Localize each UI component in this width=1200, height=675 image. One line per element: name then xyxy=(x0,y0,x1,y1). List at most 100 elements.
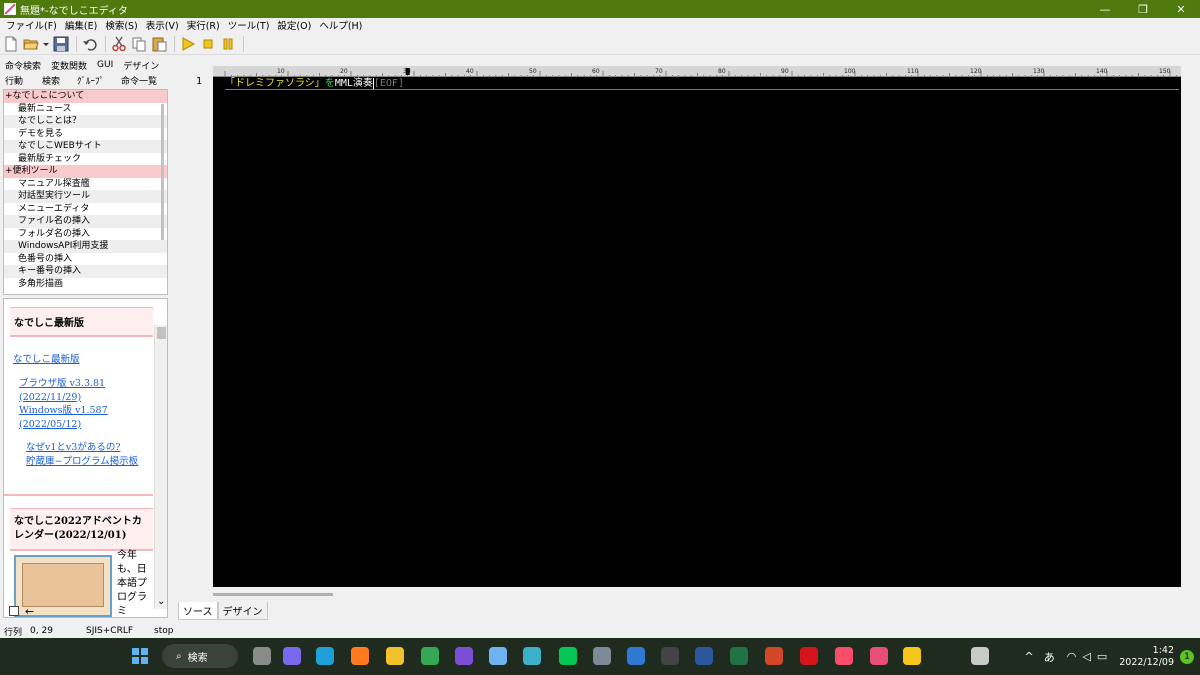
tree-item[interactable]: 最新ニュース xyxy=(4,103,167,116)
wifi-icon[interactable]: ◠ xyxy=(1067,650,1077,663)
windows-start-icon[interactable] xyxy=(128,644,152,668)
tab-variables[interactable]: 変数関数 xyxy=(46,59,92,72)
excel-icon[interactable] xyxy=(727,644,751,668)
edge-icon[interactable] xyxy=(313,644,337,668)
ruler-label: 120 xyxy=(970,68,982,75)
chrome-icon[interactable] xyxy=(418,644,442,668)
acrobat-icon[interactable] xyxy=(797,644,821,668)
menu-file[interactable]: ファイル(F) xyxy=(2,18,61,32)
paste-icon[interactable] xyxy=(150,35,168,53)
tab-gui[interactable]: GUI xyxy=(92,60,118,70)
tree-item[interactable]: 多角形描画 xyxy=(4,278,167,291)
tree-item[interactable]: なでしこWEBサイト xyxy=(4,140,167,153)
tree-item[interactable]: 色番号の挿入 xyxy=(4,253,167,266)
ruler-label: 80 xyxy=(718,68,726,75)
tree-item[interactable]: メニューエディタ xyxy=(4,203,167,216)
clock[interactable]: 1:42 2022/12/09 xyxy=(1119,645,1174,669)
menu-view[interactable]: 表示(V) xyxy=(142,18,183,32)
open-folder-icon[interactable] xyxy=(22,35,40,53)
chevron-up-icon[interactable]: ^ xyxy=(1025,650,1034,663)
windows-date-link[interactable]: (2022/05/12) xyxy=(19,419,81,430)
menu-search[interactable]: 検索(S) xyxy=(101,18,141,32)
tab-command-list[interactable]: 命令一覧 xyxy=(109,74,162,87)
maximize-button[interactable]: ❐ xyxy=(1124,0,1162,18)
menu-settings[interactable]: 設定(O) xyxy=(273,18,315,32)
news-scrollbar[interactable]: ⌄ xyxy=(154,325,167,609)
tree-item[interactable]: 最新版チェック xyxy=(4,153,167,166)
tree-item[interactable]: 対話型実行ツール xyxy=(4,190,167,203)
outlook-icon[interactable] xyxy=(624,644,648,668)
notification-badge[interactable]: 1 xyxy=(1180,649,1194,664)
panel-toggle-button[interactable] xyxy=(9,606,19,616)
run-icon[interactable] xyxy=(179,35,197,53)
latest-version-link[interactable]: なでしこ最新版 xyxy=(13,354,80,365)
maps-icon[interactable] xyxy=(520,644,544,668)
music-icon[interactable] xyxy=(832,644,856,668)
code-editor[interactable]: 102030405060708090100110120130140150 「ドレ… xyxy=(213,66,1181,587)
tab-source[interactable]: ソース xyxy=(178,602,218,620)
tab-search[interactable]: 検索 xyxy=(28,74,65,87)
tab-design[interactable]: デザイン xyxy=(118,59,164,72)
photos-icon[interactable] xyxy=(867,644,891,668)
back-arrow-icon[interactable]: ← xyxy=(25,605,34,618)
news-scroll-thumb[interactable] xyxy=(157,327,166,339)
menu-run[interactable]: 実行(R) xyxy=(183,18,224,32)
browser-version-link[interactable]: ブラウザ版 v3.3.81 xyxy=(19,378,105,389)
line-icon[interactable] xyxy=(556,644,580,668)
taskbar: ⌕ 検索 ^ あ ◠ ◁ ▭ 1:42 2022/12/09 1 xyxy=(0,638,1200,675)
command-tree: +なでしこについて 最新ニュース なでしことは？ デモを見る なでしこWEBサイ… xyxy=(3,89,168,295)
tree-item[interactable]: WindowsAPI利用支援 xyxy=(4,240,167,253)
pause-icon[interactable] xyxy=(219,35,237,53)
board-link[interactable]: 貯蔵庫−プログラム掲示板 xyxy=(26,456,138,467)
close-button[interactable]: ✕ xyxy=(1162,0,1200,18)
copy-icon[interactable] xyxy=(130,35,148,53)
code-line[interactable]: 「ドレミファソラシ」をMML演奏[EOF] xyxy=(225,77,1179,90)
ruler-label: 70 xyxy=(655,68,663,75)
nadesiko-icon[interactable] xyxy=(968,644,992,668)
save-icon[interactable] xyxy=(52,35,70,53)
powerpoint-icon[interactable] xyxy=(762,644,786,668)
explorer-gray-icon[interactable] xyxy=(250,644,274,668)
news-divider xyxy=(4,494,153,496)
tree-item[interactable]: キー番号の挿入 xyxy=(4,265,167,278)
cut-icon[interactable] xyxy=(110,35,128,53)
system-tray: ^ あ ◠ ◁ ▭ 1:42 2022/12/09 1 xyxy=(1025,638,1200,675)
tree-item[interactable]: なでしことは？ xyxy=(4,115,167,128)
tree-category[interactable]: +なでしこについて xyxy=(4,90,167,103)
why-v1-v3-link[interactable]: なぜv1とv3があるの? xyxy=(26,442,120,453)
tab-group[interactable]: ｸﾞﾙｰﾌﾟ xyxy=(65,74,109,87)
tree-scrollbar[interactable] xyxy=(161,104,164,240)
tree-category[interactable]: +便利ツール xyxy=(4,165,167,178)
menu-help[interactable]: ヘルプ(H) xyxy=(315,18,366,32)
stop-icon[interactable] xyxy=(199,35,217,53)
media-icon[interactable] xyxy=(658,644,682,668)
meet-icon[interactable] xyxy=(280,644,304,668)
tab-design-view[interactable]: デザイン xyxy=(217,602,268,620)
dropdown-arrow-icon[interactable] xyxy=(42,35,50,53)
undo-icon[interactable] xyxy=(81,35,99,53)
tab-action[interactable]: 行動 xyxy=(0,74,28,87)
word-icon[interactable] xyxy=(692,644,716,668)
calculator-icon[interactable] xyxy=(590,644,614,668)
menu-tools[interactable]: ツール(T) xyxy=(224,18,274,32)
vs-icon[interactable] xyxy=(452,644,476,668)
tree-item[interactable]: フォルダ名の挿入 xyxy=(4,228,167,241)
ime-indicator[interactable]: あ xyxy=(1044,649,1055,665)
windows-version-link[interactable]: Windows版 v1.587 xyxy=(19,405,108,416)
minimize-button[interactable]: — xyxy=(1086,0,1124,18)
browser-date-link[interactable]: (2022/11/29) xyxy=(19,392,81,403)
notepad-icon[interactable] xyxy=(486,644,510,668)
taskbar-search[interactable]: ⌕ 検索 xyxy=(162,644,238,668)
battery-icon[interactable]: ▭ xyxy=(1097,650,1107,663)
firefox-icon[interactable] xyxy=(348,644,372,668)
menu-edit[interactable]: 編集(E) xyxy=(61,18,101,32)
files-icon[interactable] xyxy=(383,644,407,668)
tree-item[interactable]: デモを見る xyxy=(4,128,167,141)
tree-item[interactable]: マニュアル探査艦 xyxy=(4,178,167,191)
tree-item[interactable]: ファイル名の挿入 xyxy=(4,215,167,228)
volume-icon[interactable]: ◁ xyxy=(1082,650,1090,663)
tab-command-search[interactable]: 命令検索 xyxy=(0,59,46,72)
new-file-icon[interactable] xyxy=(2,35,20,53)
duck-icon[interactable] xyxy=(900,644,924,668)
editor-hscrollbar[interactable] xyxy=(213,593,333,596)
